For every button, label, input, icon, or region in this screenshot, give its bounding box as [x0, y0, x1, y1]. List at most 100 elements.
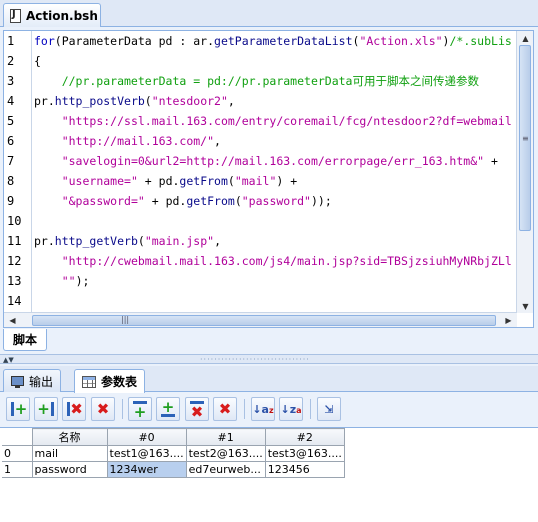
line-number: 9 — [7, 194, 15, 208]
code-line[interactable]: "http://cwebmail.mail.163.com/js4/main.j… — [34, 251, 517, 271]
delete-column-button[interactable]: ✖ — [62, 397, 86, 421]
column-header-1[interactable]: #1 — [185, 428, 266, 446]
code-token: "http://cwebmail.mail.163.com/js4/main.j… — [61, 254, 512, 268]
code-token: //pr.parameterData = pd://pr.parameterDa… — [34, 74, 479, 88]
code-editor[interactable]: 1 2 3 4 5 6 7 8 9 10 11 12 13 14 for(ParameterData pd… — [3, 30, 534, 328]
column-header-name[interactable]: 名称 — [31, 428, 108, 446]
vertical-scroll-thumb[interactable]: ≡ — [519, 45, 531, 231]
toolbar-separator — [310, 399, 311, 419]
code-line[interactable]: "https://ssl.mail.163.com/entry/coremail… — [34, 111, 517, 131]
line-number: 4 — [7, 94, 15, 108]
add-row-button[interactable]: + — [156, 397, 180, 421]
code-token: ( — [144, 94, 152, 108]
insert-column-left-button[interactable]: + — [6, 397, 30, 421]
line-number: 1 — [7, 34, 15, 48]
parameter-grid[interactable]: 名称 #0 #1 #2 0 mail test1@163.... test2@1… — [0, 427, 538, 522]
scroll-right-icon[interactable]: ▶ — [500, 313, 517, 327]
scroll-left-icon[interactable]: ◀ — [4, 313, 21, 327]
table-row[interactable]: 1 password 1234wer ed7eurweb... 123456 — [2, 461, 345, 478]
toolbar-separator — [122, 399, 123, 419]
table-cell[interactable]: password — [31, 461, 108, 478]
code-line[interactable]: { — [34, 51, 517, 71]
delete-all-columns-button[interactable]: ✖ — [91, 397, 115, 421]
add-column-button[interactable]: + — [34, 397, 58, 421]
parameter-toolbar: + + ✖ ✖ + + ✖ ✖ ↓az ↓za ⇲ — [0, 393, 538, 425]
scroll-up-icon[interactable]: ▲ — [517, 31, 534, 45]
panel-splitter[interactable]: ▲▼ ······························· — [0, 354, 538, 364]
code-token: "Action.xls" — [359, 34, 443, 48]
import-button[interactable]: ⇲ — [317, 397, 341, 421]
code-line[interactable]: //pr.parameterData = pd://pr.parameterDa… — [34, 71, 517, 91]
table-cell[interactable]: test3@163.... — [264, 445, 345, 462]
delete-x-icon: ✖ — [70, 400, 83, 418]
code-token: "mail" — [234, 174, 277, 188]
code-line[interactable] — [34, 211, 517, 231]
vertical-scrollbar[interactable]: ▲ ≡ ▼ — [516, 31, 533, 313]
splitter-grip-icon: ······························· — [200, 355, 310, 364]
code-line[interactable]: "http://mail.163.com/", — [34, 131, 517, 151]
column-header-2[interactable]: #2 — [264, 428, 345, 446]
row-number: 0 — [2, 445, 33, 462]
editor-tab-bar: Action.bsh — [0, 0, 538, 27]
line-number: 11 — [7, 234, 22, 248]
table-icon — [82, 375, 96, 388]
table-header-row: 名称 #0 #1 #2 — [2, 428, 345, 446]
horizontal-scroll-thumb[interactable]: ||| — [32, 315, 496, 326]
code-line[interactable]: ""); — [34, 271, 517, 291]
code-token: http_getVerb — [54, 234, 138, 248]
sort-ascending-button[interactable]: ↓az — [251, 397, 275, 421]
code-line[interactable]: pr.http_postVerb("ntesdoor2", — [34, 91, 517, 111]
code-area[interactable]: for(ParameterData pd : ar.getParameterDa… — [34, 31, 517, 313]
code-line[interactable]: "username=" + pd.getFrom("mail") + — [34, 171, 517, 191]
table-row[interactable]: 0 mail test1@163.... test2@163.... test3… — [2, 445, 345, 462]
sort-descending-button[interactable]: ↓za — [279, 397, 303, 421]
tab-script[interactable]: 脚本 — [3, 329, 47, 351]
file-tab-action-bsh[interactable]: Action.bsh — [3, 3, 101, 27]
tab-output[interactable]: 输出 — [3, 369, 62, 392]
code-token: ); — [75, 274, 90, 288]
delete-all-rows-button[interactable]: ✖ — [213, 397, 237, 421]
code-token: "" — [61, 274, 76, 288]
column-header-0[interactable]: #0 — [106, 428, 187, 446]
code-line[interactable]: pr.http_getVerb("main.jsp", — [34, 231, 517, 251]
line-number: 13 — [7, 274, 22, 288]
collapse-arrows-icon[interactable]: ▲▼ — [3, 356, 14, 364]
code-token: + pd. — [137, 174, 180, 188]
code-token: ( — [227, 174, 235, 188]
row-marker-icon — [133, 401, 147, 404]
code-line[interactable]: for(ParameterData pd : ar.getParameterDa… — [34, 31, 517, 51]
plus-icon: + — [161, 397, 175, 416]
horizontal-scrollbar[interactable]: ◀ ||| ▶ — [4, 312, 517, 327]
row-number: 1 — [2, 461, 33, 478]
code-token: pr. — [34, 234, 55, 248]
java-file-icon — [10, 8, 21, 23]
code-line[interactable]: "&password=" + pd.getFrom("password")); — [34, 191, 517, 211]
table-cell[interactable]: ed7eurweb... — [185, 461, 266, 478]
file-tab-label: Action.bsh — [26, 8, 98, 23]
toolbar-separator — [244, 399, 245, 419]
column-marker-icon — [51, 402, 54, 416]
tab-output-label: 输出 — [29, 374, 54, 389]
table-cell[interactable]: mail — [31, 445, 108, 462]
line-number: 6 — [7, 134, 15, 148]
code-token: ( — [137, 234, 145, 248]
table-cell-selected[interactable]: 1234wer — [106, 461, 187, 478]
table-cell[interactable]: test2@163.... — [185, 445, 266, 462]
table-cell[interactable]: 123456 — [264, 461, 345, 478]
code-line[interactable] — [34, 291, 517, 311]
scroll-down-icon[interactable]: ▼ — [517, 299, 534, 313]
tab-parameter-table-label: 参数表 — [101, 375, 138, 389]
code-token: /*.subLis — [449, 34, 512, 48]
tab-parameter-table[interactable]: 参数表 — [74, 369, 146, 393]
table-cell[interactable]: test1@163.... — [106, 445, 187, 462]
line-number: 8 — [7, 174, 15, 188]
insert-row-above-button[interactable]: + — [128, 397, 152, 421]
code-token: getFrom — [186, 194, 235, 208]
line-number: 5 — [7, 114, 15, 128]
delete-row-button[interactable]: ✖ — [185, 397, 209, 421]
code-token: , — [214, 134, 221, 148]
code-line[interactable]: "savelogin=0&url2=http://mail.163.com/er… — [34, 151, 517, 171]
